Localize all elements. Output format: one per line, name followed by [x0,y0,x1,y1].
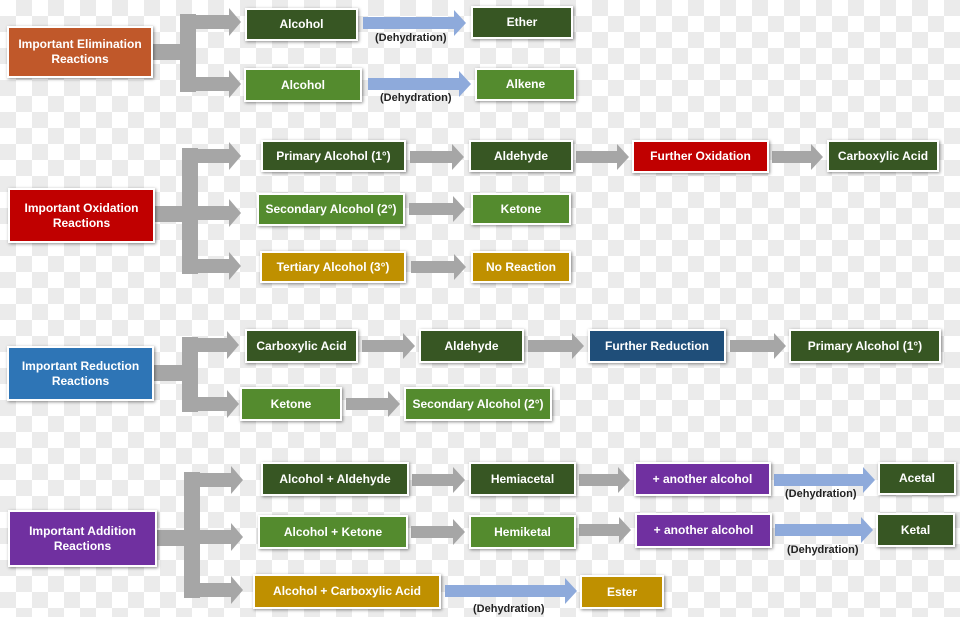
node-secondary-alcohol: Secondary Alcohol (2°) [257,193,405,226]
arrow [579,467,630,493]
arrow [730,333,786,359]
arrow [410,144,464,170]
arrow [411,254,466,280]
arrow [576,144,629,170]
node-further-reduction: Further Reduction [588,329,726,363]
arrow [772,144,823,170]
reduction-heading: Important Reduction Reactions [7,346,154,401]
arrow [412,467,465,493]
addition-heading: Important Addition Reactions [8,510,157,567]
node-aldehyde: Aldehyde [469,140,573,172]
node-ketone: Ketone [240,387,342,421]
arrow [579,517,631,543]
node-aldehyde: Aldehyde [419,329,524,363]
node-secondary-alcohol: Secondary Alcohol (2°) [404,387,552,421]
node-tertiary-alcohol: Tertiary Alcohol (3°) [260,251,406,283]
dehydration-label: (Dehydration) [473,603,545,615]
elimination-heading: Important Elimination Reactions [7,26,153,78]
node-alkene: Alkene [475,68,576,101]
node-alcohol-ketone: Alcohol + Ketone [258,515,408,549]
dehydration-label: (Dehydration) [785,488,857,500]
node-another-alcohol: + another alcohol [635,513,772,548]
node-ether: Ether [471,6,573,39]
oxidation-heading: Important Oxidation Reactions [8,188,155,243]
node-ester: Ester [580,575,664,609]
arrow [528,333,584,359]
node-carboxylic-acid: Carboxylic Acid [827,140,939,172]
node-alcohol-carboxylic-acid: Alcohol + Carboxylic Acid [253,574,441,609]
node-another-alcohol: + another alcohol [634,462,771,496]
node-ketal: Ketal [876,513,955,547]
node-acetal: Acetal [878,462,956,495]
dehydration-label: (Dehydration) [787,544,859,556]
arrow [775,517,873,543]
dehydration-label: (Dehydration) [380,92,452,104]
arrow [362,333,415,359]
arrow [411,519,465,545]
dehydration-label: (Dehydration) [375,32,447,44]
node-no-reaction: No Reaction [471,251,571,283]
arrow [346,391,400,417]
node-alcohol: Alcohol [245,8,358,41]
node-primary-alcohol: Primary Alcohol (1°) [261,140,406,172]
node-carboxylic-acid: Carboxylic Acid [245,329,358,363]
node-primary-alcohol: Primary Alcohol (1°) [789,329,941,363]
node-alcohol-aldehyde: Alcohol + Aldehyde [261,462,409,496]
node-ketone: Ketone [471,193,571,225]
arrow [445,578,577,604]
node-further-oxidation: Further Oxidation [632,140,769,173]
node-alcohol: Alcohol [244,68,362,102]
node-hemiacetal: Hemiacetal [469,462,576,496]
node-hemiketal: Hemiketal [469,515,576,549]
arrow [409,196,465,222]
